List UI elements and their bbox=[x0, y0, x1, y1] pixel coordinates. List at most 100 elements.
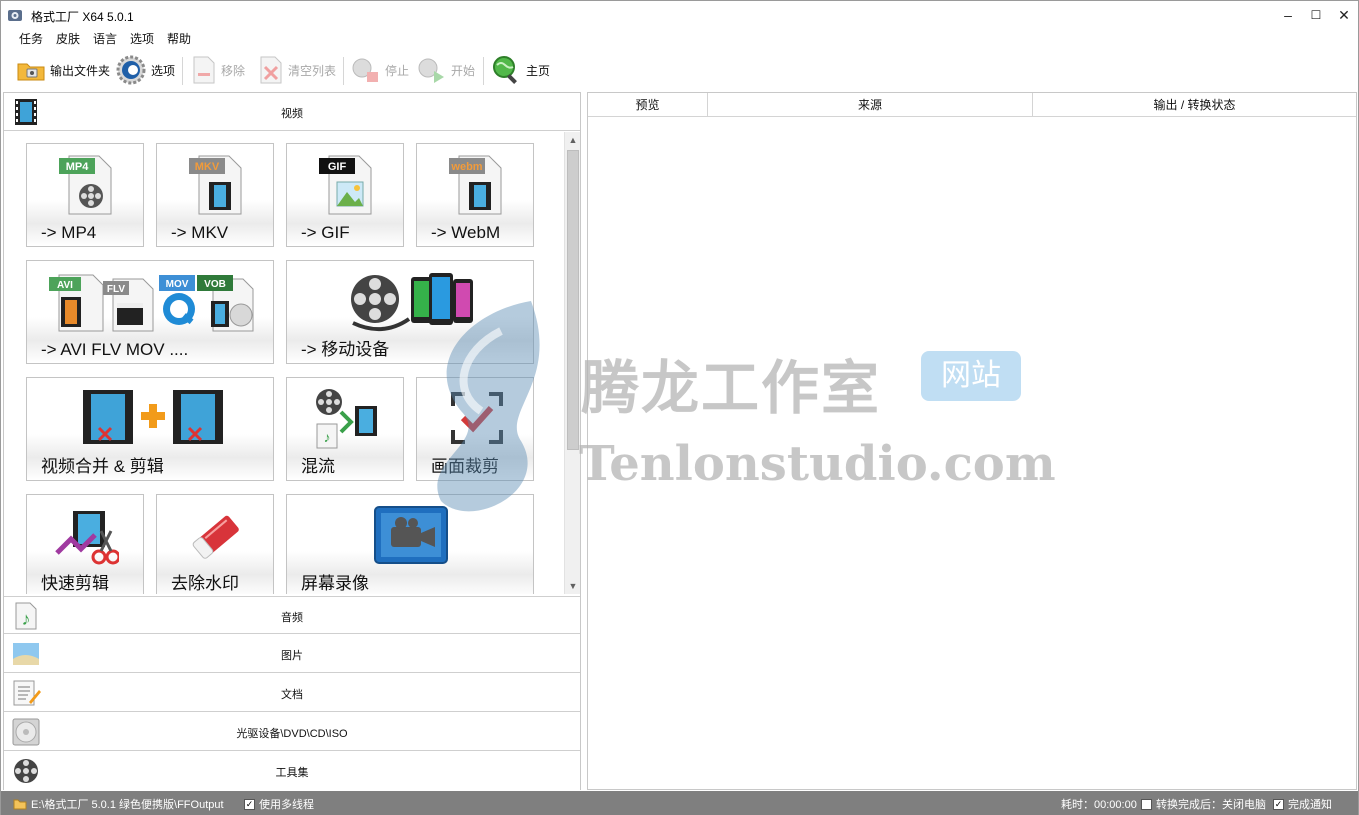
category-video-label: 视频 bbox=[281, 108, 303, 120]
category-tools-label: 工具集 bbox=[275, 767, 309, 779]
tile-to-avi-flv-mov[interactable]: AVI FLV MOV VOB -> AVI FLV MOV .... bbox=[26, 260, 274, 364]
tile-crop-label: 画面裁剪 bbox=[431, 457, 499, 476]
tile-to-mp4[interactable]: MP4 -> MP4 bbox=[26, 143, 144, 247]
window-title: 格式工厂 X64 5.0.1 bbox=[31, 10, 134, 24]
task-table-header: 预览 来源 输出 / 转换状态 bbox=[588, 93, 1356, 117]
home-button[interactable]: 主页 bbox=[490, 51, 550, 89]
avi-badge-text: AVI bbox=[57, 280, 73, 291]
video-grid-scrollbar[interactable]: ▲ ▼ bbox=[564, 132, 580, 594]
webm-badge-text: webm bbox=[450, 161, 482, 173]
menu-task[interactable]: 任务 bbox=[19, 30, 43, 47]
shutdown-after-toggle[interactable]: 转换完成后：关闭电脑 bbox=[1141, 796, 1266, 812]
output-path-text: E:\格式工厂 5.0.1 绿色便携版\FFOutput bbox=[31, 799, 224, 811]
video-function-grid: MP4 -> MP4 MKV -> MKV GIF -> GIF webm ->… bbox=[4, 132, 580, 594]
stop-label: 停止 bbox=[385, 63, 410, 78]
toolbar-divider bbox=[182, 57, 183, 85]
eraser-icon bbox=[192, 515, 239, 559]
multithread-checkbox[interactable]: ✓ bbox=[244, 798, 255, 810]
category-audio-header[interactable]: ♪ 音频 bbox=[4, 596, 580, 634]
mp4-badge-text: MP4 bbox=[66, 161, 90, 173]
clear-list-button[interactable]: 清空列表 bbox=[258, 51, 336, 89]
merge-film-icon bbox=[83, 390, 223, 444]
scroll-up-arrow-icon[interactable]: ▲ bbox=[565, 132, 580, 148]
remove-doc-icon bbox=[193, 56, 215, 84]
tile-to-gif-label: -> GIF bbox=[301, 223, 350, 242]
scroll-down-arrow-icon[interactable]: ▼ bbox=[565, 578, 580, 594]
menu-help[interactable]: 帮助 bbox=[167, 30, 191, 47]
menu-language[interactable]: 语言 bbox=[93, 30, 117, 47]
options-button[interactable]: 选项 bbox=[115, 51, 175, 89]
start-icon bbox=[418, 58, 444, 83]
multithread-toggle[interactable]: ✓ 使用多线程 bbox=[244, 796, 314, 812]
tile-quick-cut[interactable]: 快速剪辑 bbox=[26, 494, 144, 594]
gif-badge-text: GIF bbox=[328, 161, 347, 173]
options-label: 选项 bbox=[151, 63, 176, 78]
scroll-thumb[interactable] bbox=[567, 150, 579, 450]
tile-screen-record[interactable]: 屏幕录像 bbox=[286, 494, 534, 594]
start-label: 开始 bbox=[451, 63, 476, 78]
tile-to-mkv[interactable]: MKV -> MKV bbox=[156, 143, 274, 247]
tile-to-avi-flv-mov-label: -> AVI FLV MOV .... bbox=[41, 340, 189, 359]
notify-toggle[interactable]: ✓ 完成通知 bbox=[1273, 796, 1332, 812]
remove-button[interactable]: 移除 bbox=[191, 51, 245, 89]
minimize-button-control[interactable]: – bbox=[1274, 1, 1302, 29]
crop-check-icon bbox=[451, 392, 503, 444]
category-panel: 视频 MP4 -> MP4 MKV -> MKV GIF -> GIF webm… bbox=[3, 92, 581, 790]
title-bar: 格式工厂 X64 5.0.1 ✕ bbox=[1, 1, 1358, 29]
globe-search-icon bbox=[493, 56, 517, 84]
menu-bar: 任务 皮肤 语言 选项 帮助 bbox=[1, 29, 1358, 47]
menu-options[interactable]: 选项 bbox=[130, 30, 154, 47]
notify-checkbox[interactable]: ✓ bbox=[1273, 798, 1284, 810]
remove-label: 移除 bbox=[221, 63, 246, 78]
toolbar: 输出文件夹 选项 移除 清空列表 停止 开始 主页 bbox=[1, 51, 1358, 89]
mkv-badge-text: MKV bbox=[195, 161, 220, 173]
column-preview[interactable]: 预览 bbox=[588, 93, 708, 117]
column-source[interactable]: 来源 bbox=[708, 93, 1033, 117]
tile-screen-record-label: 屏幕录像 bbox=[301, 574, 369, 593]
folder-small-icon bbox=[13, 799, 27, 810]
category-document-header[interactable]: 文档 bbox=[4, 674, 580, 712]
mux-icon: ♪ bbox=[316, 389, 377, 449]
column-output-status[interactable]: 输出 / 转换状态 bbox=[1033, 93, 1356, 117]
tile-merge-edit[interactable]: 视频合并 & 剪辑 bbox=[26, 377, 274, 481]
tile-remove-watermark[interactable]: 去除水印 bbox=[156, 494, 274, 594]
stop-button[interactable]: 停止 bbox=[351, 51, 409, 89]
clear-list-label: 清空列表 bbox=[288, 63, 337, 78]
tile-to-mobile-label: -> 移动设备 bbox=[301, 340, 390, 359]
folder-icon bbox=[17, 63, 45, 81]
clear-list-icon bbox=[260, 56, 282, 84]
category-document-label: 文档 bbox=[281, 689, 303, 701]
elapsed-time: 耗时：00:00:00 bbox=[1061, 796, 1137, 812]
elapsed-time-text: 耗时：00:00:00 bbox=[1061, 799, 1137, 811]
menu-skin[interactable]: 皮肤 bbox=[56, 30, 80, 47]
screen-record-camera-icon bbox=[374, 506, 448, 564]
tile-crop[interactable]: 画面裁剪 bbox=[416, 377, 534, 481]
shutdown-checkbox[interactable] bbox=[1141, 798, 1152, 810]
start-button[interactable]: 开始 bbox=[417, 51, 475, 89]
category-image-header[interactable]: 图片 bbox=[4, 635, 580, 673]
shutdown-label: 转换完成后：关闭电脑 bbox=[1156, 799, 1266, 811]
tile-mux[interactable]: ♪ 混流 bbox=[286, 377, 404, 481]
close-button[interactable]: ✕ bbox=[1330, 1, 1358, 29]
notify-label: 完成通知 bbox=[1288, 799, 1332, 811]
quick-cut-icon bbox=[55, 511, 119, 565]
gif-file-icon: GIF bbox=[319, 155, 372, 215]
output-path-status[interactable]: E:\格式工厂 5.0.1 绿色便携版\FFOutput bbox=[13, 796, 224, 812]
category-disc-label: 光驱设备\DVD\CD\ISO bbox=[236, 728, 348, 740]
task-list-panel: 预览 来源 输出 / 转换状态 bbox=[587, 92, 1357, 790]
category-video-header[interactable]: 视频 bbox=[4, 93, 580, 131]
category-disc-header[interactable]: 光驱设备\DVD\CD\ISO bbox=[4, 713, 580, 751]
tile-to-webm[interactable]: webm -> WebM bbox=[416, 143, 534, 247]
maximize-button[interactable]: ☐ bbox=[1302, 1, 1330, 29]
tile-to-mobile[interactable]: -> 移动设备 bbox=[286, 260, 534, 364]
category-image-label: 图片 bbox=[281, 650, 303, 662]
app-logo-icon bbox=[8, 10, 22, 21]
mkv-file-icon: MKV bbox=[189, 155, 242, 215]
tile-to-gif[interactable]: GIF -> GIF bbox=[286, 143, 404, 247]
tile-quick-cut-label: 快速剪辑 bbox=[41, 574, 109, 593]
category-tools-header[interactable]: 工具集 bbox=[4, 752, 580, 790]
tile-mux-label: 混流 bbox=[301, 457, 335, 476]
output-folder-label: 输出文件夹 bbox=[50, 63, 111, 78]
output-folder-button[interactable]: 输出文件夹 bbox=[16, 51, 110, 89]
home-label: 主页 bbox=[526, 63, 551, 78]
